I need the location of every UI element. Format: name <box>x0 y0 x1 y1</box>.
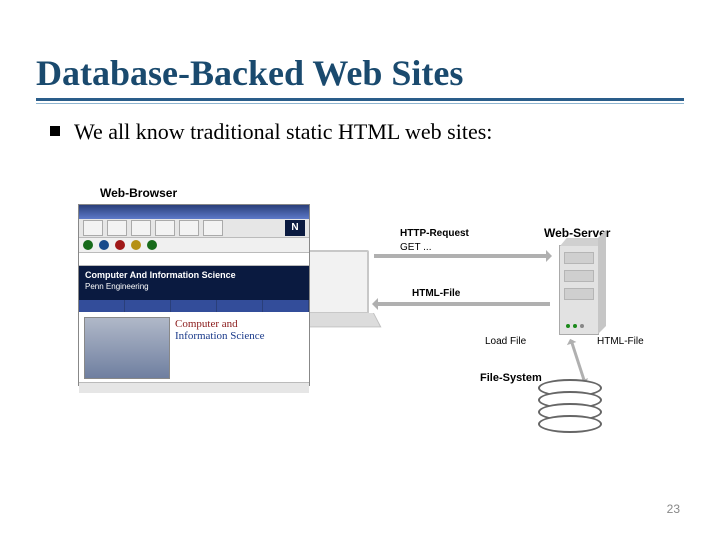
browser-window: N Computer And Information Science Penn … <box>78 204 310 386</box>
toolbar-button <box>203 220 223 236</box>
label-http-get: GET ... <box>400 242 432 253</box>
arrow-request <box>374 254 550 258</box>
toolbar-button <box>107 220 127 236</box>
bullet-item: We all know traditional static HTML web … <box>50 118 492 146</box>
disk-stack-icon <box>538 385 598 433</box>
link-dot-icon <box>115 240 125 250</box>
content-title: Computer and <box>175 318 303 330</box>
label-html-file-disk: HTML-File <box>597 336 644 347</box>
link-dot-icon <box>83 240 93 250</box>
server-icon <box>559 245 599 335</box>
label-html-file: HTML-File <box>412 288 460 299</box>
content-image-icon <box>84 317 170 379</box>
arrow-response <box>374 302 550 306</box>
browser-toolbar: N <box>79 219 309 238</box>
banner-line: Computer And Information Science <box>85 269 303 281</box>
label-file-system: File-System <box>480 372 542 384</box>
link-dot-icon <box>131 240 141 250</box>
page-banner: Computer And Information Science Penn En… <box>79 266 309 300</box>
title-rule <box>36 98 684 101</box>
page-nav-tabs <box>79 300 309 312</box>
browser-status-bar <box>79 382 309 393</box>
toolbar-button <box>131 220 151 236</box>
page-number: 23 <box>667 502 680 516</box>
netscape-badge-icon: N <box>285 220 305 236</box>
link-dot-icon <box>147 240 157 250</box>
title-rule-thin <box>36 103 684 104</box>
banner-line: Penn Engineering <box>85 281 303 293</box>
bullet-text: We all know traditional static HTML web … <box>74 118 492 146</box>
toolbar-button <box>83 220 103 236</box>
browser-titlebar <box>79 205 309 219</box>
browser-address-bar <box>79 253 309 266</box>
page-content: Computer and Information Science <box>79 312 309 382</box>
link-dot-icon <box>99 240 109 250</box>
content-title: Information Science <box>175 330 303 342</box>
slide-title: Database-Backed Web Sites <box>36 52 463 94</box>
toolbar-button <box>179 220 199 236</box>
bullet-square-icon <box>50 126 60 136</box>
toolbar-button <box>155 220 175 236</box>
label-http-request: HTTP-Request <box>400 228 469 239</box>
label-load-file: Load File <box>485 336 526 347</box>
label-web-browser: Web-Browser <box>100 186 177 200</box>
browser-linkbar <box>79 238 309 253</box>
arrow-load-file <box>570 340 586 383</box>
